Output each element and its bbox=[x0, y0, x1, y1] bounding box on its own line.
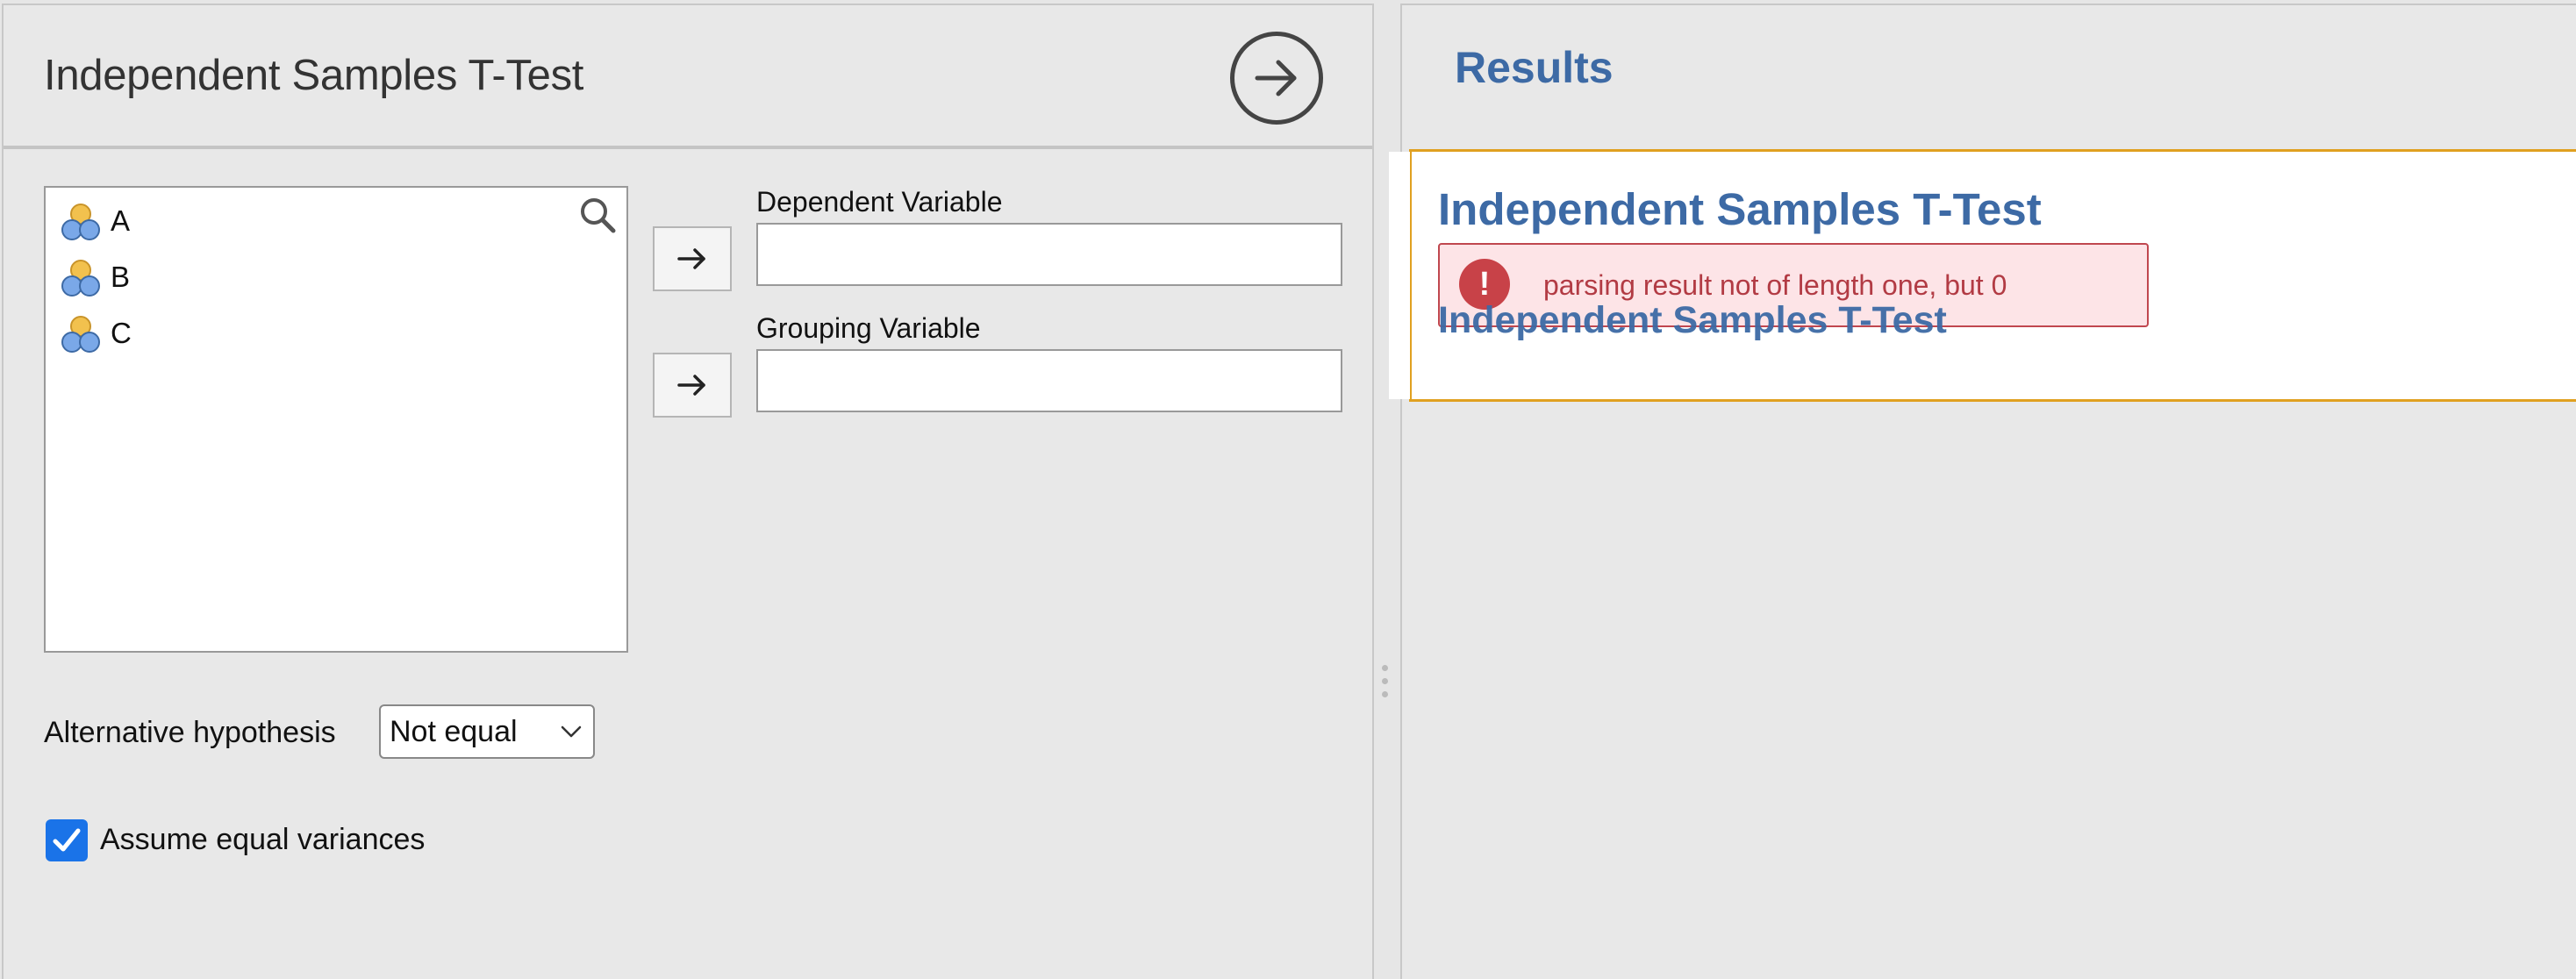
variable-list[interactable]: A B C bbox=[44, 186, 628, 653]
alternative-hypothesis-select[interactable]: Not equal bbox=[379, 704, 595, 759]
run-analysis-button[interactable] bbox=[1230, 32, 1323, 125]
grouping-variable-label: Grouping Variable bbox=[756, 312, 981, 344]
dependent-variable-field[interactable] bbox=[756, 223, 1342, 286]
list-item-variable-a[interactable]: A bbox=[60, 197, 130, 246]
search-icon[interactable] bbox=[577, 195, 618, 235]
result-card-subtitle: Independent Samples T-Test bbox=[1438, 299, 1947, 341]
variable-label: B bbox=[111, 261, 131, 293]
chevron-down-icon bbox=[561, 725, 582, 738]
arrow-right-icon bbox=[677, 375, 705, 396]
nominal-variable-icon bbox=[61, 260, 100, 297]
result-card[interactable]: Independent Samples T-Test ! parsing res… bbox=[1389, 149, 2576, 402]
panel-title: Independent Samples T-Test bbox=[44, 52, 584, 99]
alternative-hypothesis-label: Alternative hypothesis bbox=[44, 716, 336, 749]
list-item-variable-c[interactable]: C bbox=[60, 309, 132, 358]
variable-label: A bbox=[111, 204, 131, 237]
checkmark-icon bbox=[53, 828, 81, 852]
select-value: Not equal bbox=[390, 715, 518, 748]
variable-label: C bbox=[111, 317, 132, 349]
dependent-variable-label: Dependent Variable bbox=[756, 186, 1003, 218]
assign-dependent-button[interactable] bbox=[653, 226, 732, 291]
nominal-variable-icon bbox=[61, 204, 100, 240]
equal-variances-checkbox[interactable] bbox=[46, 819, 88, 861]
panel-header: Independent Samples T-Test bbox=[4, 5, 1372, 149]
assign-grouping-button[interactable] bbox=[653, 353, 732, 418]
nominal-variable-icon bbox=[61, 316, 100, 353]
list-item-variable-b[interactable]: B bbox=[60, 253, 130, 302]
arrow-right-icon bbox=[677, 248, 705, 269]
equal-variances-label: Assume equal variances bbox=[100, 823, 426, 856]
results-panel: Results Independent Samples T-Test ! par… bbox=[1389, 4, 2576, 979]
card-stripe bbox=[1389, 152, 1410, 399]
arrow-right-circle-icon bbox=[1255, 60, 1297, 96]
analysis-options-panel: Independent Samples T-Test A B C Depende… bbox=[2, 4, 1374, 979]
grouping-variable-field[interactable] bbox=[756, 349, 1342, 412]
panel-splitter-handle[interactable] bbox=[1379, 665, 1390, 709]
results-title: Results bbox=[1455, 43, 1614, 92]
error-message-text: parsing result not of length one, but 0 bbox=[1543, 269, 2007, 301]
result-card-title: Independent Samples T-Test bbox=[1438, 184, 2042, 234]
